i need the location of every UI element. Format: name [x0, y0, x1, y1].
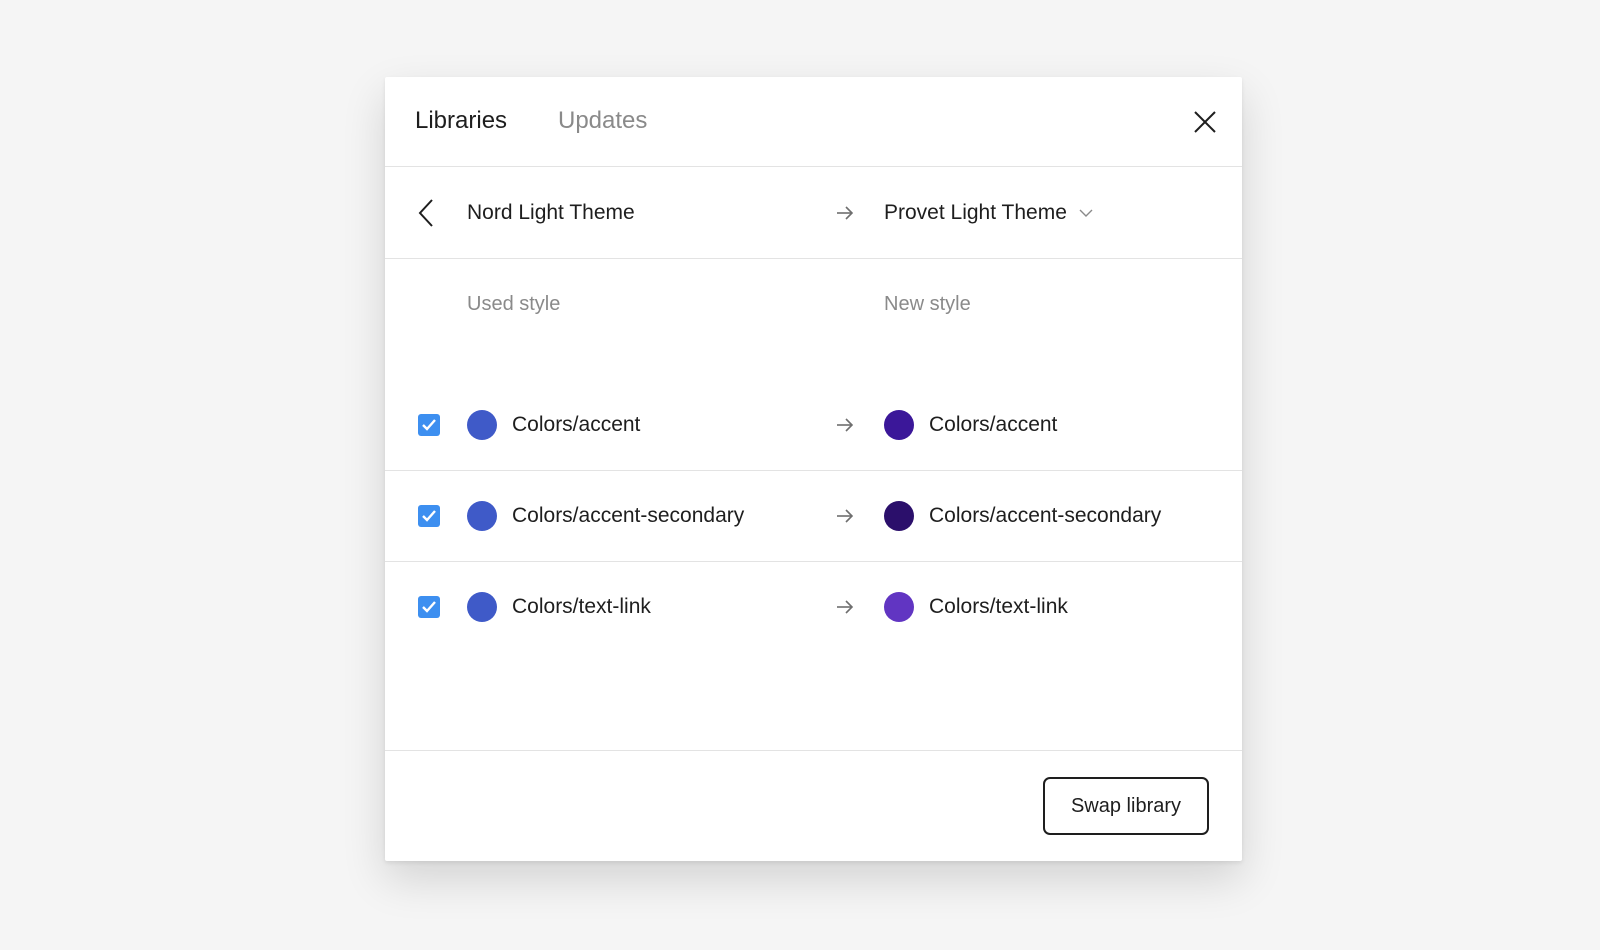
arrow-right-icon — [836, 416, 854, 434]
used-style-name: Colors/accent-secondary — [512, 504, 745, 527]
style-row: Colors/accent-secondary Colors/accent-sec… — [385, 471, 1242, 562]
source-library-name: Nord Light Theme — [467, 201, 635, 224]
used-style-header: Used style — [467, 293, 561, 315]
used-style-name: Colors/text-link — [512, 595, 651, 618]
used-style-swatch — [467, 501, 497, 531]
style-row: Colors/accent Colors/accent — [385, 380, 1242, 471]
target-library-dropdown[interactable]: Provet Light Theme — [884, 197, 1093, 229]
used-style-name: Colors/accent — [512, 413, 641, 436]
new-style-swatch — [884, 592, 914, 622]
new-style-name: Colors/text-link — [929, 595, 1068, 618]
chevron-down-icon — [1079, 209, 1093, 217]
used-style-swatch — [467, 410, 497, 440]
used-style-swatch — [467, 592, 497, 622]
style-checkbox[interactable] — [418, 505, 440, 527]
libraries-modal: Libraries Updates Nord Light Theme Prove… — [385, 77, 1242, 861]
chevron-left-icon[interactable] — [415, 197, 439, 229]
tab-libraries[interactable]: Libraries — [415, 106, 507, 136]
style-row: Colors/text-link Colors/text-link — [385, 562, 1242, 653]
modal-header: Libraries Updates — [385, 77, 1242, 167]
new-style-header: New style — [884, 293, 971, 315]
swap-library-button[interactable]: Swap library — [1043, 777, 1209, 835]
tab-updates[interactable]: Updates — [558, 106, 647, 136]
arrow-right-icon — [836, 598, 854, 616]
new-style-swatch — [884, 501, 914, 531]
style-checkbox[interactable] — [418, 414, 440, 436]
arrow-right-icon — [836, 507, 854, 525]
target-library-name: Provet Light Theme — [884, 201, 1067, 224]
modal-footer: Swap library — [385, 750, 1242, 861]
library-swap-bar: Nord Light Theme Provet Light Theme — [385, 167, 1242, 259]
close-icon[interactable] — [1192, 109, 1218, 135]
new-style-name: Colors/accent-secondary — [929, 504, 1162, 527]
new-style-name: Colors/accent — [929, 413, 1058, 436]
arrow-right-icon — [836, 204, 854, 222]
new-style-swatch — [884, 410, 914, 440]
style-checkbox[interactable] — [418, 596, 440, 618]
